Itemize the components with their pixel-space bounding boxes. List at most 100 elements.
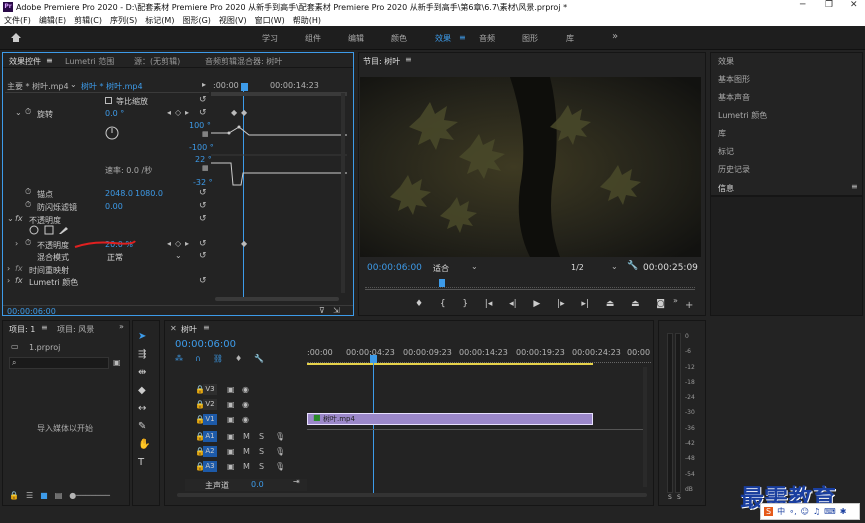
- track-select-icon[interactable]: ⇶: [138, 349, 150, 360]
- settings-wrench-icon[interactable]: 🔧: [254, 354, 264, 363]
- sync-lock-icon[interactable]: ▣: [227, 433, 235, 441]
- master-clip-label[interactable]: 主要 * 树叶.mp4: [7, 81, 69, 92]
- menu-graphics[interactable]: 图形(G): [182, 15, 210, 26]
- mic-icon[interactable]: 🎙: [275, 448, 285, 456]
- workspace-audio[interactable]: 音频: [479, 33, 495, 44]
- fx-icon[interactable]: fx: [15, 277, 23, 285]
- menu-view[interactable]: 视图(V): [219, 15, 247, 26]
- track-a2[interactable]: A2: [203, 446, 217, 457]
- workspace-graphics[interactable]: 图形: [522, 33, 538, 44]
- ripple-edit-icon[interactable]: ⇹: [138, 367, 150, 378]
- panel-info[interactable]: 信息: [718, 183, 734, 194]
- chevron-right-icon[interactable]: ›: [7, 277, 10, 285]
- go-to-out-icon[interactable]: ▸|: [581, 299, 589, 313]
- project-search-input[interactable]: [9, 357, 109, 369]
- timeline-timecode[interactable]: 00:00:06:00: [175, 339, 236, 350]
- lock-icon[interactable]: 🔒: [9, 491, 19, 503]
- track-v2[interactable]: V2: [203, 399, 217, 410]
- wrench-icon[interactable]: 🔧: [627, 262, 638, 271]
- home-icon[interactable]: [10, 32, 22, 43]
- track-v1[interactable]: V1: [203, 414, 217, 425]
- sync-lock-icon[interactable]: ▣: [227, 448, 235, 456]
- panel-menu-icon[interactable]: ≡: [41, 324, 48, 332]
- panel-effects[interactable]: 效果: [718, 56, 734, 67]
- solo-button[interactable]: S: [259, 448, 264, 456]
- ec-playhead-handle[interactable]: [241, 83, 248, 91]
- minimize-icon[interactable]: ─: [800, 0, 805, 10]
- ec-vertical-scrollbar[interactable]: [341, 93, 345, 293]
- program-timecode[interactable]: 00:00:06:00: [367, 263, 422, 273]
- list-view-icon[interactable]: ☰: [26, 491, 33, 503]
- filter-icon[interactable]: ⊽: [319, 307, 325, 315]
- tab-project-scenery[interactable]: 项目: 风景: [57, 324, 94, 335]
- lift-icon[interactable]: ⏏: [606, 299, 615, 313]
- camera-icon[interactable]: ◙: [656, 299, 665, 313]
- master-track-value[interactable]: 0.0: [251, 480, 264, 489]
- eye-icon[interactable]: ◉: [242, 401, 249, 409]
- sync-lock-icon[interactable]: ▣: [227, 401, 235, 409]
- track-v3[interactable]: V3: [203, 384, 217, 395]
- chevron-down-icon[interactable]: ⌄: [175, 252, 182, 260]
- solo-button[interactable]: S: [259, 433, 264, 441]
- panel-essential-graphics[interactable]: 基本图形: [718, 74, 750, 85]
- anchor-y[interactable]: 1080.0: [135, 189, 163, 198]
- mark-in-icon[interactable]: {: [440, 299, 446, 313]
- sync-lock-icon[interactable]: ▣: [227, 463, 235, 471]
- workspace-editing[interactable]: 编辑: [348, 33, 364, 44]
- step-back-icon[interactable]: ◂|: [509, 299, 517, 313]
- ime-menu-icon[interactable]: ✱: [840, 507, 847, 516]
- sync-lock-icon[interactable]: ▣: [227, 416, 235, 424]
- uniform-scale-checkbox[interactable]: [105, 97, 112, 104]
- reset-icon[interactable]: ↺: [199, 201, 207, 211]
- ime-punct-icon[interactable]: ∘,: [789, 507, 797, 516]
- more-icon[interactable]: »: [119, 323, 124, 331]
- add-marker-icon[interactable]: ♦: [415, 299, 423, 313]
- close-icon[interactable]: ✕: [850, 0, 858, 10]
- tab-audio-clip-mixer[interactable]: 音频剪辑混合器: 树叶: [205, 56, 282, 67]
- play-only-icon[interactable]: ▸: [202, 81, 206, 89]
- maximize-icon[interactable]: ❐: [825, 0, 833, 10]
- next-keyframe-icon[interactable]: ▸: [185, 240, 189, 248]
- fx-icon[interactable]: fx: [15, 215, 23, 223]
- chevron-right-icon[interactable]: ›: [15, 240, 18, 248]
- rotation-value[interactable]: 0.0 °: [105, 109, 124, 118]
- panel-menu-icon[interactable]: ≡: [405, 56, 412, 64]
- graph-toggle-icon[interactable]: ▦: [202, 131, 209, 138]
- export-icon[interactable]: ⇲: [333, 307, 340, 315]
- chevron-down-icon[interactable]: ⌄: [70, 81, 77, 89]
- stopwatch-icon[interactable]: ⏱: [25, 188, 31, 196]
- mark-out-icon[interactable]: }: [462, 299, 468, 313]
- ime-lang[interactable]: 中: [777, 506, 785, 517]
- clip-selector[interactable]: 树叶 * 树叶.mp4: [81, 81, 143, 92]
- menu-window[interactable]: 窗口(W): [255, 15, 285, 26]
- panel-markers[interactable]: 标记: [718, 146, 734, 157]
- reset-icon[interactable]: ↺: [199, 276, 207, 286]
- go-to-in-icon[interactable]: |◂: [485, 299, 493, 313]
- next-keyframe-icon[interactable]: ▸: [185, 109, 189, 117]
- freeform-view-icon[interactable]: ▤: [55, 491, 63, 503]
- add-keyframe-icon[interactable]: ◇: [175, 240, 181, 248]
- reset-icon[interactable]: ↺: [199, 188, 207, 198]
- sync-lock-icon[interactable]: ▣: [227, 386, 235, 394]
- workspace-libraries[interactable]: 库: [566, 33, 574, 44]
- ec-timecode[interactable]: 00:00:06:00: [7, 307, 56, 316]
- reset-icon[interactable]: ↺: [199, 108, 207, 118]
- chevron-down-icon[interactable]: ⌄: [15, 109, 22, 117]
- add-marker-icon[interactable]: ♦: [235, 354, 242, 363]
- icon-view-icon[interactable]: ■: [40, 491, 48, 503]
- tab-source[interactable]: 源：(无剪辑): [134, 56, 180, 67]
- chevron-down-icon[interactable]: ⌄: [7, 215, 14, 223]
- menu-marker[interactable]: 标记(M): [145, 15, 174, 26]
- type-icon[interactable]: T: [138, 457, 150, 468]
- menu-help[interactable]: 帮助(H): [293, 15, 321, 26]
- prev-keyframe-icon[interactable]: ◂: [167, 240, 171, 248]
- reset-icon[interactable]: ↺: [199, 251, 207, 261]
- rotation-dial-icon[interactable]: [105, 126, 119, 140]
- snap-icon[interactable]: ∩: [195, 354, 201, 363]
- zoom-slider-icon[interactable]: ●───────: [69, 491, 110, 503]
- ime-keyboard-icon[interactable]: ⌨: [824, 507, 836, 516]
- panel-libraries[interactable]: 库: [718, 128, 726, 139]
- anchor-x[interactable]: 2048.0: [105, 189, 133, 198]
- prev-keyframe-icon[interactable]: ◂: [167, 109, 171, 117]
- linked-selection-icon[interactable]: ⛓: [213, 354, 223, 363]
